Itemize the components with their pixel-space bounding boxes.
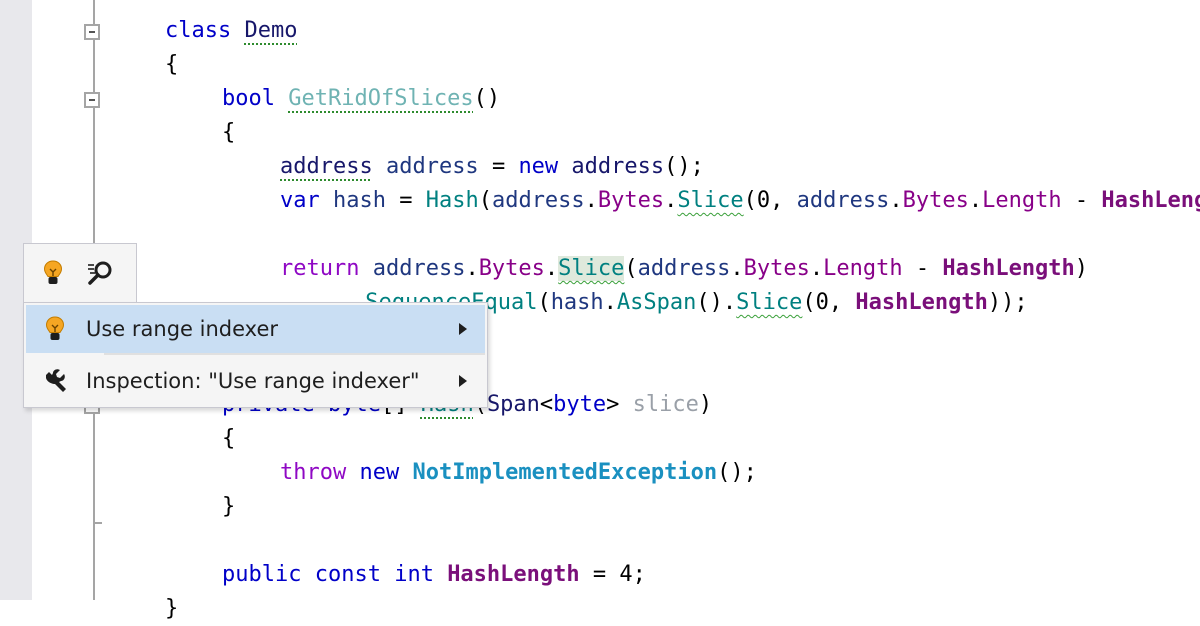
code-token: Slice xyxy=(677,188,744,213)
code-token: { xyxy=(222,120,236,145)
code-token: HashLength xyxy=(942,256,1075,281)
code-token: . xyxy=(664,188,678,213)
code-token: { xyxy=(165,52,179,77)
code-token: NotImplementedException xyxy=(412,460,718,485)
code-token: Slice xyxy=(736,290,803,315)
code-token: . xyxy=(809,256,824,281)
code-editor[interactable]: class Demo{bool GetRidOfSlices(){address… xyxy=(0,0,1200,621)
search-inspect-icon[interactable] xyxy=(86,259,114,287)
code-token: HashLength xyxy=(855,290,988,315)
lightbulb-icon[interactable] xyxy=(39,259,67,287)
code-token: (); xyxy=(717,460,757,485)
code-token: ( xyxy=(624,256,638,281)
code-token: address xyxy=(491,188,585,213)
code-line-class-decl[interactable]: class Demo xyxy=(165,14,297,48)
code-token: public xyxy=(222,562,315,587)
submenu-arrow-icon xyxy=(459,323,467,335)
code-token: ( xyxy=(478,188,492,213)
code-token: = xyxy=(491,154,519,179)
code-token: . xyxy=(968,188,983,213)
code-token: { xyxy=(222,426,236,451)
menu-item-label: Inspection: "Use range indexer" xyxy=(86,369,420,393)
code-line-open-brace-method[interactable]: { xyxy=(222,116,235,150)
code-token: HashLength xyxy=(1101,188,1200,213)
code-token: . xyxy=(730,256,744,281)
code-line-close-brace-hash[interactable]: } xyxy=(222,490,235,524)
code-line-open-brace-class[interactable]: { xyxy=(165,48,178,82)
code-token: Slice xyxy=(558,256,625,281)
code-token: const xyxy=(314,562,395,587)
code-token: return xyxy=(280,256,373,281)
code-token: (). xyxy=(696,290,737,315)
code-token: HashLength xyxy=(447,562,580,587)
code-token: hash xyxy=(332,188,400,213)
code-token: . xyxy=(465,256,479,281)
code-token: Demo xyxy=(244,18,298,43)
code-token: ( xyxy=(537,290,551,315)
code-line-throw-line[interactable]: throw new NotImplementedException(); xyxy=(280,456,757,490)
quick-fix-menu: Use range indexer Inspection: "Use range… xyxy=(23,302,488,408)
lightbulb-icon xyxy=(26,305,84,353)
code-token: var xyxy=(280,188,333,213)
code-line-address-decl[interactable]: address address = new address(); xyxy=(280,150,704,184)
code-token: new xyxy=(359,460,413,485)
code-line-open-brace-hash[interactable]: { xyxy=(222,422,235,456)
code-token: address xyxy=(372,256,466,281)
code-token: - xyxy=(902,256,943,281)
code-token: address xyxy=(372,154,492,179)
code-token: new xyxy=(518,154,572,179)
menu-item-label: Use range indexer xyxy=(86,317,279,341)
code-token: address xyxy=(280,154,373,179)
code-token: address xyxy=(796,188,890,213)
code-token: Bytes xyxy=(902,188,969,213)
code-line-method-decl[interactable]: bool GetRidOfSlices() xyxy=(222,82,500,116)
code-token: ) xyxy=(1074,256,1089,281)
code-token: Span xyxy=(486,392,540,417)
quick-actions-bar xyxy=(23,243,137,303)
code-token: } xyxy=(222,494,236,519)
code-token: () xyxy=(473,86,501,111)
code-token: . xyxy=(584,188,598,213)
code-token: Bytes xyxy=(597,188,665,213)
code-token: bool xyxy=(222,86,289,111)
code-token: = 4; xyxy=(579,562,646,587)
code-token: . xyxy=(603,290,617,315)
code-token: Bytes xyxy=(478,256,545,281)
code-token: byte xyxy=(553,392,607,417)
code-token: class xyxy=(165,18,245,43)
code-token: GetRidOfSlices xyxy=(288,86,474,111)
code-token: > xyxy=(606,392,633,417)
menu-item-use-range-indexer[interactable]: Use range indexer xyxy=(26,305,485,353)
menu-separator xyxy=(104,353,485,355)
code-token: . xyxy=(544,256,559,281)
code-token: ) xyxy=(698,392,713,417)
code-token: Hash xyxy=(425,188,479,213)
submenu-arrow-icon xyxy=(459,375,467,387)
code-token: = xyxy=(399,188,426,213)
code-line-hash-decl[interactable]: var hash = Hash(address.Bytes.Slice(0, a… xyxy=(280,184,1200,218)
code-token: (); xyxy=(664,154,704,179)
code-token: - xyxy=(1061,188,1102,213)
code-token: AsSpan xyxy=(616,290,697,315)
code-token: Bytes xyxy=(743,256,810,281)
code-token: (0 xyxy=(743,188,771,213)
code-token: . xyxy=(889,188,903,213)
code-token: slice xyxy=(632,392,699,417)
code-line-return-line[interactable]: return address.Bytes.Slice(address.Bytes… xyxy=(280,252,1088,286)
code-token: int xyxy=(394,562,448,587)
wrench-icon xyxy=(26,357,84,405)
code-token: throw xyxy=(280,460,360,485)
code-token: Length xyxy=(982,188,1062,213)
code-token: , xyxy=(770,188,797,213)
code-token: )); xyxy=(987,290,1028,315)
menu-item-inspection[interactable]: Inspection: "Use range indexer" xyxy=(26,357,485,405)
code-token: < xyxy=(539,392,554,417)
code-line-close-brace-class[interactable]: } xyxy=(165,592,178,626)
code-token: hash xyxy=(550,290,604,315)
code-token: (0, xyxy=(802,290,856,315)
code-token: address xyxy=(571,154,665,179)
code-token: Length xyxy=(823,256,903,281)
code-line-const-decl[interactable]: public const int HashLength = 4; xyxy=(222,558,646,592)
code-token: address xyxy=(637,256,731,281)
